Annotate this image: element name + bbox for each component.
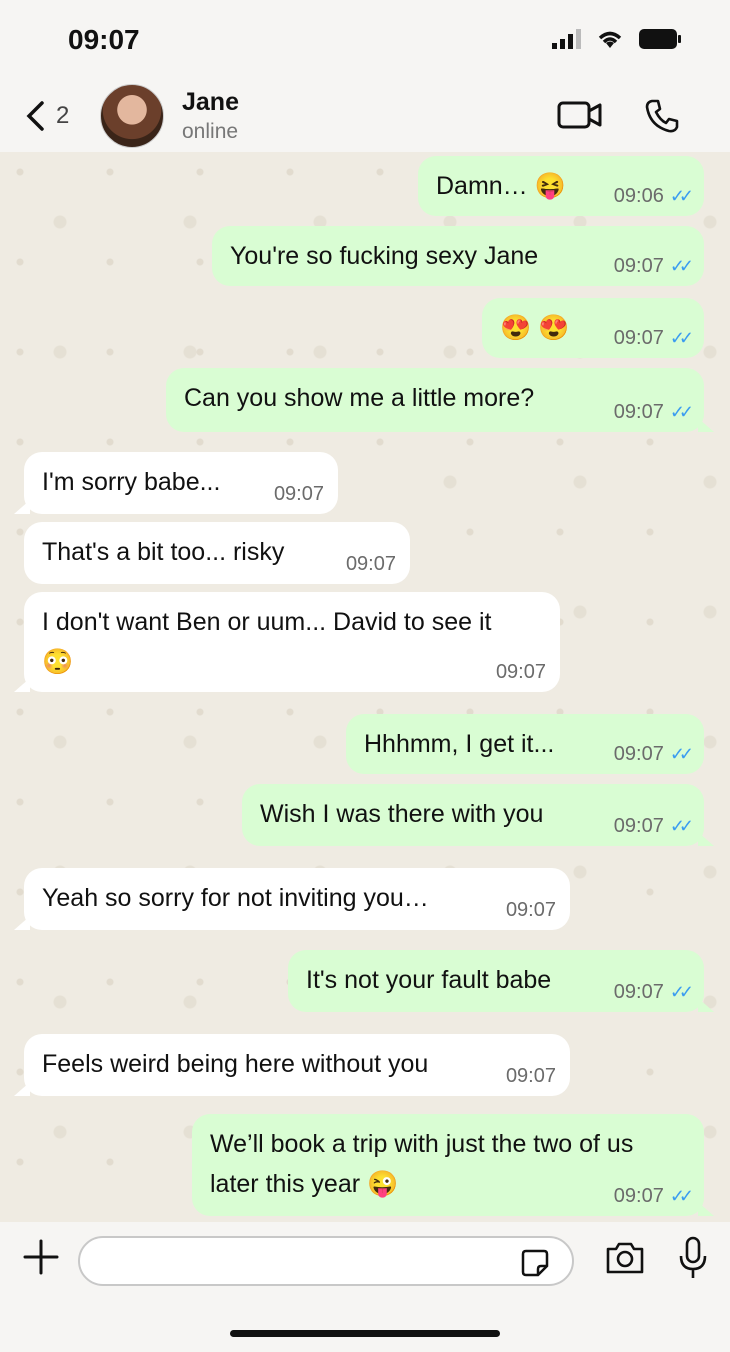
message-text: I don't want Ben or uum... David to see …	[42, 608, 492, 636]
plus-icon[interactable]	[22, 1238, 60, 1276]
message-meta: 09:07	[273, 483, 324, 505]
unread-count: 2	[56, 102, 70, 129]
avatar[interactable]	[100, 84, 164, 148]
message-outgoing[interactable]: Wish I was there with you 09:07 ✓✓	[242, 784, 714, 846]
read-receipt-icon: ✓✓	[669, 328, 694, 348]
read-receipt-icon: ✓✓	[669, 982, 694, 1002]
contact-status: online	[182, 120, 239, 143]
read-receipt-icon: ✓✓	[669, 744, 694, 764]
message-meta: 09:07 ✓✓	[613, 401, 694, 423]
status-bar: 09:07	[0, 0, 730, 80]
message-text: Wish I was there with you	[260, 800, 544, 828]
back-button[interactable]: 2	[24, 100, 69, 132]
message-text: Damn… 😝	[436, 172, 566, 200]
message-input[interactable]	[78, 1236, 574, 1286]
read-receipt-icon: ✓✓	[669, 186, 694, 206]
message-outgoing[interactable]: Hhhmm, I get it... 09:07 ✓✓	[346, 714, 704, 774]
header-actions	[556, 98, 680, 134]
read-receipt-icon: ✓✓	[669, 402, 694, 422]
camera-icon[interactable]	[604, 1240, 646, 1276]
message-text: Yeah so sorry for not inviting you…	[42, 884, 429, 912]
message-text: Can you show me a little more?	[184, 384, 535, 412]
message-text: That's a bit too... risky	[42, 538, 285, 566]
phone-icon[interactable]	[644, 98, 680, 134]
message-text: It's not your fault babe	[306, 966, 552, 994]
message-meta: 09:07 ✓✓	[613, 1185, 694, 1207]
message-meta: 09:06 ✓✓	[613, 185, 694, 207]
status-icons	[552, 28, 682, 50]
battery-icon	[639, 29, 681, 49]
wifi-icon	[598, 31, 622, 48]
message-outgoing[interactable]: We’ll book a trip with just the two of u…	[192, 1114, 714, 1216]
message-meta: 09:07	[505, 899, 556, 921]
message-meta: 09:07 ✓✓	[613, 815, 694, 837]
message-text: later this year 😜	[210, 1170, 399, 1198]
video-call-icon[interactable]	[556, 98, 604, 132]
signal-icon	[552, 29, 581, 49]
microphone-icon[interactable]	[678, 1236, 708, 1280]
chevron-left-icon	[26, 101, 44, 131]
message-text: Feels weird being here without you	[42, 1050, 429, 1078]
message-text: Hhhmm, I get it...	[364, 730, 555, 758]
message-list[interactable]: Damn… 😝 09:06 ✓✓ You're so fucking sexy J…	[0, 152, 730, 1222]
message-text: I'm sorry babe...	[42, 468, 221, 496]
contact-name[interactable]: Jane	[182, 88, 239, 117]
message-meta: 09:07 ✓✓	[613, 743, 694, 765]
message-emoji: 😍 😍	[500, 314, 570, 342]
read-receipt-icon: ✓✓	[669, 1186, 694, 1206]
message-text: You're so fucking sexy Jane	[230, 242, 539, 270]
sticker-icon[interactable]	[520, 1248, 550, 1278]
message-outgoing[interactable]: You're so fucking sexy Jane 09:07 ✓✓	[212, 226, 704, 286]
message-outgoing[interactable]: Can you show me a little more? 09:07 ✓✓	[166, 368, 714, 432]
home-indicator	[230, 1330, 500, 1337]
read-receipt-icon: ✓✓	[669, 816, 694, 836]
message-meta: 09:07 ✓✓	[613, 255, 694, 277]
chat-header: 2 Jane online	[0, 80, 730, 152]
message-meta: 09:07	[505, 1065, 556, 1087]
message-outgoing[interactable]: It's not your fault babe 09:07 ✓✓	[288, 950, 714, 1012]
message-text: We’ll book a trip with just the two of u…	[210, 1130, 634, 1158]
message-emoji: 😳	[42, 648, 74, 676]
message-meta: 09:07	[345, 553, 396, 575]
message-meta: 09:07 ✓✓	[613, 981, 694, 1003]
message-meta: 09:07	[495, 661, 546, 683]
composer-bar	[0, 1222, 730, 1352]
message-incoming[interactable]: I'm sorry babe... 09:07	[14, 452, 338, 514]
message-incoming[interactable]: I don't want Ben or uum... David to see …	[14, 592, 560, 692]
message-outgoing[interactable]: Damn… 😝 09:06 ✓✓	[418, 156, 704, 216]
message-incoming[interactable]: That's a bit too... risky 09:07	[24, 522, 410, 584]
message-meta: 09:07 ✓✓	[613, 327, 694, 349]
message-outgoing[interactable]: 😍 😍 09:07 ✓✓	[482, 298, 704, 358]
message-incoming[interactable]: Yeah so sorry for not inviting you… 09:0…	[14, 868, 570, 930]
read-receipt-icon: ✓✓	[669, 256, 694, 276]
message-incoming[interactable]: Feels weird being here without you 09:07	[14, 1034, 570, 1096]
status-time: 09:07	[68, 24, 140, 55]
